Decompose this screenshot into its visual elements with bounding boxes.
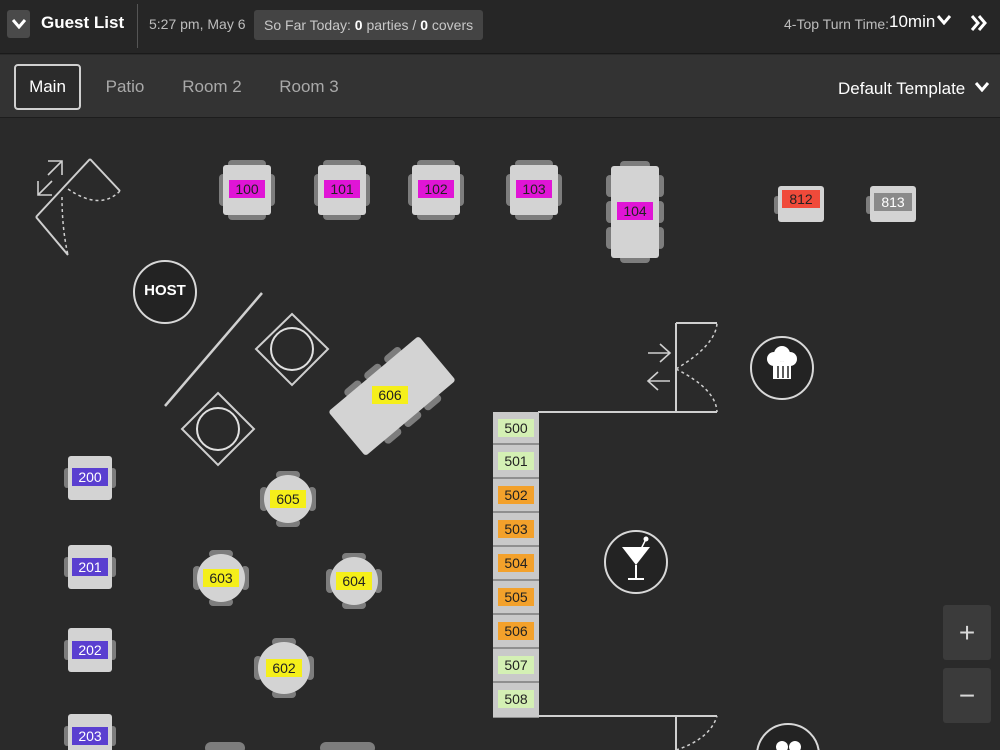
tab-patio[interactable]: Patio — [96, 64, 154, 110]
bar-cocktail-icon — [604, 530, 668, 594]
tab-main[interactable]: Main — [14, 64, 81, 110]
diamond-table-1[interactable] — [254, 312, 330, 387]
table-202[interactable]: 202 — [64, 628, 116, 672]
table-number: 102 — [418, 180, 454, 198]
tab-room-3[interactable]: Room 3 — [270, 64, 348, 110]
table-number: 812 — [782, 190, 820, 208]
table-number: 501 — [498, 452, 534, 470]
entrance-arrows-icon — [37, 160, 63, 196]
partial-table[interactable] — [205, 742, 375, 750]
table-813[interactable]: 813 — [866, 186, 918, 222]
covers-count: 0 — [420, 17, 428, 33]
table-602[interactable]: 602 — [254, 638, 314, 698]
host-label: HOST — [144, 282, 186, 299]
table-100[interactable]: 100 — [219, 160, 275, 220]
table-number: 507 — [498, 656, 534, 674]
table-number: 201 — [72, 558, 108, 576]
table-number: 603 — [203, 569, 239, 587]
chevron-down-icon[interactable] — [975, 82, 989, 92]
zoom-out-button[interactable]: − — [943, 668, 991, 723]
table-606-number: 606 — [372, 386, 408, 404]
table-number: 605 — [270, 490, 306, 508]
chevron-down-icon — [11, 19, 26, 29]
covers-label: covers — [431, 17, 474, 33]
table-number: 504 — [498, 554, 534, 572]
table-201[interactable]: 201 — [64, 545, 116, 589]
diamond-table-2[interactable] — [180, 391, 256, 467]
table-200[interactable]: 200 — [64, 456, 116, 500]
table-812[interactable]: 812 — [774, 186, 826, 222]
stats-label: So Far Today: — [264, 17, 351, 33]
room-tab-bar: Main Patio Room 2 Room 3 Default Templat… — [0, 55, 1000, 118]
current-datetime: 5:27 pm, May 6 — [149, 16, 246, 32]
table-605[interactable]: 605 — [260, 471, 316, 527]
table-103[interactable]: 103 — [506, 160, 562, 220]
chevron-down-icon[interactable] — [937, 15, 951, 25]
header-divider — [137, 4, 138, 48]
table-102[interactable]: 102 — [408, 160, 464, 220]
kitchen-chef-hat-icon — [750, 336, 814, 400]
bar-seat-506[interactable]: 506 — [493, 615, 539, 648]
table-number: 602 — [266, 659, 302, 677]
table-number: 200 — [72, 468, 108, 486]
table-603[interactable]: 603 — [193, 550, 249, 606]
floor-plan: HOST 100 101 102 103 104 812 813 606 605… — [0, 119, 1000, 750]
turn-time-label: 4-Top Turn Time: — [784, 16, 890, 32]
table-number: 502 — [498, 486, 534, 504]
table-104[interactable]: 104 — [606, 161, 664, 263]
kitchen-door — [675, 322, 718, 413]
table-number: 100 — [229, 180, 265, 198]
kitchen-arrows-icon — [646, 343, 672, 391]
bar-seat-501[interactable]: 501 — [493, 445, 539, 478]
bar-seat-508[interactable]: 508 — [493, 683, 539, 717]
table-number: 101 — [324, 180, 360, 198]
today-stats: So Far Today: 0 parties / 0 covers — [254, 10, 483, 40]
bar-seat-500[interactable]: 500 — [493, 412, 539, 444]
top-bar: Guest List 5:27 pm, May 6 So Far Today: … — [0, 0, 1000, 54]
turn-time-value[interactable]: 10min — [889, 12, 935, 32]
bar-seat-504[interactable]: 504 — [493, 547, 539, 580]
bar-seat-503[interactable]: 503 — [493, 513, 539, 546]
table-number: 503 — [498, 520, 534, 538]
table-number: 813 — [874, 193, 912, 211]
zoom-in-button[interactable]: + — [943, 605, 991, 660]
table-number: 103 — [516, 180, 552, 198]
app-title: Guest List — [41, 13, 125, 32]
table-number: 604 — [336, 572, 372, 590]
app-root: Guest List 5:27 pm, May 6 So Far Today: … — [0, 0, 1000, 750]
bar-seat-502[interactable]: 502 — [493, 479, 539, 512]
table-101[interactable]: 101 — [314, 160, 370, 220]
table-604[interactable]: 604 — [326, 553, 382, 609]
table-number: 508 — [498, 690, 534, 708]
table-number: 505 — [498, 588, 534, 606]
guest-list-dropdown-button[interactable] — [7, 10, 30, 38]
template-selector[interactable]: Default Template — [838, 79, 965, 99]
parties-label: parties — [366, 17, 409, 33]
parties-count: 0 — [354, 17, 363, 33]
tab-room-2[interactable]: Room 2 — [174, 64, 250, 110]
table-number: 104 — [617, 202, 653, 220]
bar-seat-505[interactable]: 505 — [493, 581, 539, 614]
kitchen-chef-hat-icon — [756, 723, 820, 750]
table-number: 202 — [72, 641, 108, 659]
double-chevron-right-icon[interactable] — [970, 14, 988, 32]
table-203[interactable]: 203 — [64, 714, 116, 750]
stats-separator: / — [412, 17, 417, 33]
table-number: 506 — [498, 622, 534, 640]
bar-seat-507[interactable]: 507 — [493, 649, 539, 682]
table-number: 203 — [72, 727, 108, 745]
table-number: 500 — [498, 419, 534, 437]
